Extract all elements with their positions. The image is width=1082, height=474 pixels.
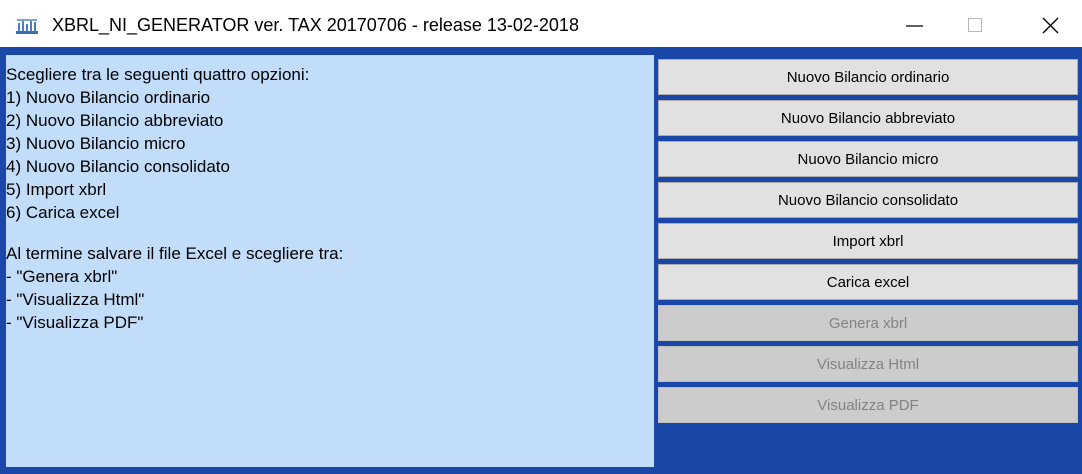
genera-xbrl-button: Genera xbrl bbox=[658, 305, 1078, 341]
window-title: XBRL_NI_GENERATOR ver. TAX 20170706 - re… bbox=[52, 15, 579, 35]
instruction-line: - "Genera xbrl" bbox=[6, 267, 118, 286]
instruction-spacer bbox=[6, 224, 343, 242]
instruction-line: 6) Carica excel bbox=[6, 203, 120, 222]
import-xbrl-button[interactable]: Import xbrl bbox=[658, 223, 1078, 259]
instruction-line: 2) Nuovo Bilancio abbreviato bbox=[6, 111, 224, 130]
instruction-line: 3) Nuovo Bilancio micro bbox=[6, 134, 186, 153]
action-buttons-panel: Nuovo Bilancio ordinario Nuovo Bilancio … bbox=[656, 55, 1082, 474]
instructions-text: Scegliere tra le seguenti quattro opzion… bbox=[6, 63, 343, 334]
maximize-icon bbox=[968, 18, 982, 32]
instruction-line: - "Visualizza PDF" bbox=[6, 313, 144, 332]
app-window: XBRL_NI_GENERATOR ver. TAX 20170706 - re… bbox=[0, 0, 1082, 474]
nuovo-bilancio-ordinario-button[interactable]: Nuovo Bilancio ordinario bbox=[658, 59, 1078, 95]
instruction-line: Al termine salvare il file Excel e scegl… bbox=[6, 244, 344, 263]
nuovo-bilancio-abbreviato-button[interactable]: Nuovo Bilancio abbreviato bbox=[658, 100, 1078, 136]
nuovo-bilancio-micro-button[interactable]: Nuovo Bilancio micro bbox=[658, 141, 1078, 177]
app-icon[interactable] bbox=[16, 19, 38, 35]
instruction-line: 5) Import xbrl bbox=[6, 180, 107, 199]
nuovo-bilancio-consolidato-button[interactable]: Nuovo Bilancio consolidato bbox=[658, 182, 1078, 218]
title-bar[interactable]: XBRL_NI_GENERATOR ver. TAX 20170706 - re… bbox=[0, 0, 1082, 50]
carica-excel-button[interactable]: Carica excel bbox=[658, 264, 1078, 300]
close-button[interactable] bbox=[1018, 0, 1082, 46]
visualizza-pdf-button: Visualizza PDF bbox=[658, 387, 1078, 423]
instructions-panel: Scegliere tra le seguenti quattro opzion… bbox=[6, 55, 654, 467]
minimize-icon bbox=[906, 25, 923, 27]
empty-area bbox=[656, 423, 1082, 474]
minimize-button[interactable] bbox=[882, 0, 946, 46]
instruction-line: Scegliere tra le seguenti quattro opzion… bbox=[6, 65, 310, 84]
instruction-line: 1) Nuovo Bilancio ordinario bbox=[6, 88, 211, 107]
instruction-line: - "Visualizza Html" bbox=[6, 290, 145, 309]
visualizza-html-button: Visualizza Html bbox=[658, 346, 1078, 382]
close-icon bbox=[1042, 17, 1059, 34]
maximize-button[interactable] bbox=[942, 0, 1006, 46]
instruction-line: 4) Nuovo Bilancio consolidato bbox=[6, 157, 230, 176]
